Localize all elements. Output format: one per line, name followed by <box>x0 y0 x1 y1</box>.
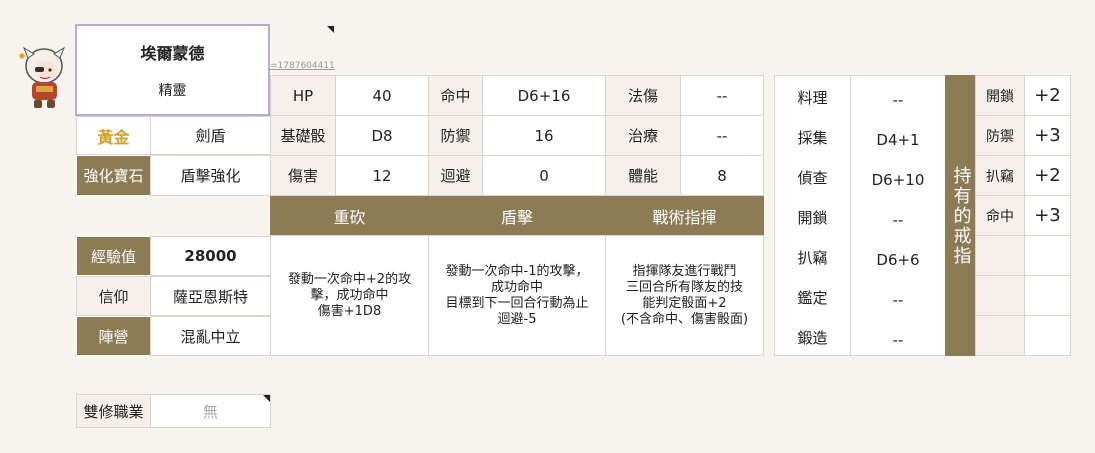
stat-label-a-row1: HP <box>270 75 336 116</box>
stat-value-c-row2: -- <box>680 115 764 156</box>
ring-value: +3 <box>1024 115 1071 156</box>
life-skill-value: -- <box>892 291 904 309</box>
life-skill-value: -- <box>892 211 904 229</box>
exp-value: 28000 <box>150 236 271 276</box>
ring-value <box>1024 275 1071 316</box>
life-skill-value: D6+6 <box>876 251 920 269</box>
character-id-link[interactable]: =1787604411 <box>270 61 335 71</box>
life-skill-label: 開鎖 <box>797 208 828 227</box>
ring-label: 扒竊 <box>975 155 1025 196</box>
life-skill-value: -- <box>892 91 904 109</box>
stat-label-c-row3: 體能 <box>605 155 681 196</box>
skill-desc-tactical-command: 指揮隊友進行戰鬥 三回合所有隊友的技 能判定骰面+2 (不含命中、傷害骰面) <box>605 235 764 356</box>
stat-label-b-row3: 迴避 <box>428 155 483 196</box>
stat-label-c-row1: 法傷 <box>605 75 681 116</box>
ring-label: 開鎖 <box>975 75 1025 116</box>
life-skill-label: 扒竊 <box>797 248 828 267</box>
stat-label-c-row2: 治療 <box>605 115 681 156</box>
stat-value-c-row3: 8 <box>680 155 764 196</box>
stat-value-b-row2: 16 <box>482 115 606 156</box>
dual-class-value[interactable]: 無 <box>150 394 271 428</box>
ring-value: +2 <box>1024 75 1071 116</box>
life-skill-label: 料理 <box>797 88 828 107</box>
skill-desc-shield-bash: 發動一次命中-1的攻擊， 成功命中 目標到下一回合行動為止 迴避-5 <box>428 235 606 356</box>
life-skill-value: D6+10 <box>871 171 925 189</box>
stat-label-b-row1: 命中 <box>428 75 483 116</box>
skill-header-tactical-command: 戰術指揮 <box>605 196 764 236</box>
ring-value <box>1024 315 1071 356</box>
faith-label: 信仰 <box>76 276 151 316</box>
stat-label-a-row3: 傷害 <box>270 155 336 196</box>
alignment-value: 混亂中立 <box>150 316 271 356</box>
character-name-card: 埃爾蒙德 精靈 <box>75 24 270 116</box>
life-skill-label: 偵查 <box>797 168 828 187</box>
life-skill-value: -- <box>892 331 904 349</box>
rings-header: 持有的戒指 <box>945 75 976 356</box>
life-skill-label: 採集 <box>797 128 828 147</box>
dual-class-label: 雙修職業 <box>76 394 151 428</box>
skill-header-heavy-slash: 重砍 <box>270 196 429 236</box>
ring-label <box>975 235 1025 276</box>
stat-value-c-row1: -- <box>680 75 764 116</box>
enhance-value: 盾擊強化 <box>150 155 271 196</box>
skill-header-shield-bash: 盾擊 <box>428 196 606 236</box>
stat-value-b-row3: 0 <box>482 155 606 196</box>
faith-value: 薩亞恩斯特 <box>150 276 271 316</box>
alignment-label: 陣營 <box>76 316 151 356</box>
character-class: 劍盾 <box>150 116 271 155</box>
ring-value: +3 <box>1024 195 1071 236</box>
ring-label <box>975 315 1025 356</box>
character-tier: 黃金 <box>76 116 151 155</box>
stat-value-a-row2: D8 <box>335 115 429 156</box>
ring-label <box>975 275 1025 316</box>
life-skill-label: 鑑定 <box>797 288 828 307</box>
skill-desc-heavy-slash: 發動一次命中+2的攻 擊，成功命中 傷害+1D8 <box>270 235 429 356</box>
stat-value-b-row1: D6+16 <box>482 75 606 116</box>
life-skill-label: 鍛造 <box>797 328 828 347</box>
character-name: 埃爾蒙德 <box>140 44 205 63</box>
enhance-label: 強化寶石 <box>76 155 151 196</box>
ring-label: 防禦 <box>975 115 1025 156</box>
avatar <box>10 40 72 110</box>
ring-value: +2 <box>1024 155 1071 196</box>
life-skill-value: D4+1 <box>876 131 920 149</box>
ring-label: 命中 <box>975 195 1025 236</box>
stat-label-a-row2: 基礎骰 <box>270 115 336 156</box>
exp-label: 經驗值 <box>76 236 151 276</box>
stat-label-b-row2: 防禦 <box>428 115 483 156</box>
corner-marker <box>327 26 334 33</box>
character-race: 精靈 <box>158 83 187 99</box>
ring-value <box>1024 235 1071 276</box>
stat-value-a-row3: 12 <box>335 155 429 196</box>
stat-value-a-row1: 40 <box>335 75 429 116</box>
